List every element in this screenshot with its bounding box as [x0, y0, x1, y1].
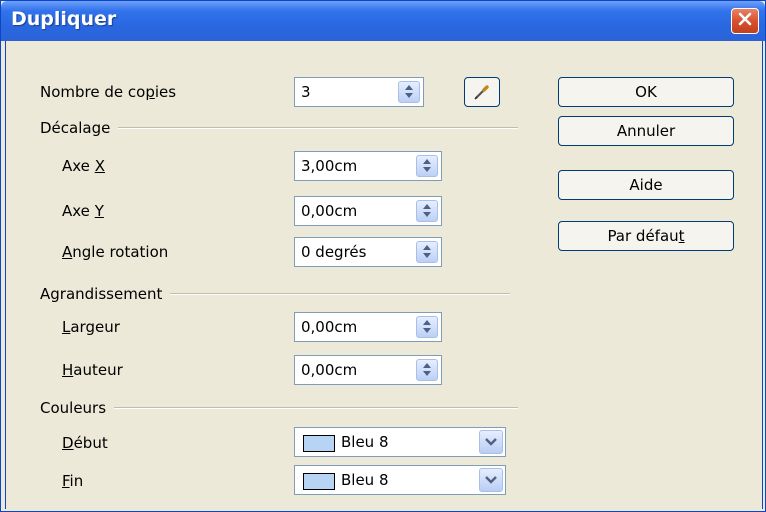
cancel-button[interactable]: Annuler	[558, 116, 734, 146]
spin-arrows-icon[interactable]	[416, 316, 438, 338]
spin-arrows-icon[interactable]	[416, 200, 438, 222]
end-color-value: Bleu 8	[341, 471, 389, 489]
angle-label: Angle rotation	[62, 243, 169, 261]
colors-section-label: Couleurs	[40, 399, 107, 417]
chevron-down-icon[interactable]	[479, 468, 503, 492]
axe-y-label: Axe Y	[62, 202, 104, 220]
height-spinbox[interactable]: 0,00cm	[294, 355, 442, 385]
close-button[interactable]	[731, 8, 759, 34]
angle-spinbox[interactable]: 0 degrés	[294, 237, 442, 267]
spin-arrows-icon[interactable]	[398, 81, 420, 103]
end-color-select[interactable]: Bleu 8	[294, 465, 506, 495]
title-bar[interactable]: Dupliquer	[1, 1, 765, 41]
width-spinbox[interactable]: 0,00cm	[294, 312, 442, 342]
offset-section-label: Décalage	[40, 119, 111, 137]
values-from-selection-button[interactable]	[464, 77, 500, 107]
colors-section-header: Couleurs	[40, 399, 519, 417]
axe-x-label: Axe X	[62, 157, 105, 175]
angle-value: 0 degrés	[301, 243, 367, 261]
default-button[interactable]: Par défau t	[558, 221, 734, 251]
height-value: 0,00cm	[301, 361, 358, 379]
axe-y-spinbox[interactable]: 0,00cm	[294, 196, 442, 226]
copies-value: 3	[301, 83, 311, 101]
end-color-swatch	[303, 473, 335, 490]
width-value: 0,00cm	[301, 318, 358, 336]
start-color-value: Bleu 8	[341, 433, 389, 451]
spin-arrows-icon[interactable]	[416, 155, 438, 177]
axe-x-spinbox[interactable]: 3,00cm	[294, 151, 442, 181]
chevron-down-icon[interactable]	[479, 430, 503, 454]
copies-label: Nombre de copies	[40, 83, 177, 101]
enlargement-section-header: Agrandissement	[40, 285, 511, 303]
axe-x-value: 3,00cm	[301, 157, 358, 175]
close-icon	[737, 11, 753, 31]
spin-arrows-icon[interactable]	[416, 241, 438, 263]
eyedropper-icon	[472, 82, 492, 106]
offset-section-header: Décalage	[40, 119, 519, 137]
spin-arrows-icon[interactable]	[416, 359, 438, 381]
end-color-label: Fin	[62, 472, 84, 490]
dialog-window: Dupliquer Nombre de copies 3 Décalage Ax…	[0, 0, 766, 512]
start-color-select[interactable]: Bleu 8	[294, 427, 506, 457]
start-color-label: Début	[62, 434, 108, 452]
copies-spinbox[interactable]: 3	[294, 77, 424, 107]
height-label: Hauteur	[62, 361, 123, 379]
ok-button[interactable]: OK	[558, 77, 734, 107]
dialog-body: Nombre de copies 3 Décalage Axe X 3,00cm…	[5, 41, 763, 509]
help-button[interactable]: Aide	[558, 170, 734, 200]
start-color-swatch	[303, 435, 335, 452]
enlargement-section-label: Agrandissement	[40, 285, 163, 303]
axe-y-value: 0,00cm	[301, 202, 358, 220]
dialog-title: Dupliquer	[11, 8, 117, 30]
width-label: Largeur	[62, 318, 120, 336]
